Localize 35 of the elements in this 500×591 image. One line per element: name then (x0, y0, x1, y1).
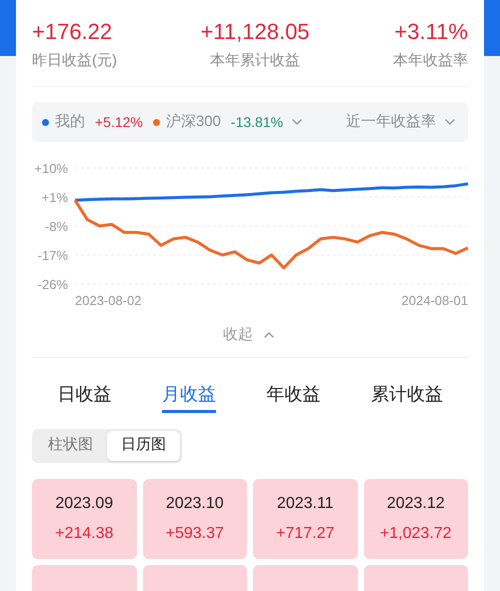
x-axis-label: 2023-08-02 (75, 293, 142, 308)
y-axis-label: +10% (34, 161, 68, 176)
month-tile[interactable]: 2023.12 +1,023.72 (364, 478, 468, 558)
y-axis-label: -26% (38, 277, 68, 292)
month-profit: +593.37 (166, 524, 224, 544)
month-profit: +214.38 (55, 524, 114, 544)
legend-name: 沪深300 (166, 112, 221, 132)
month-label: 2023.09 (55, 494, 114, 514)
tab[interactable]: 月收益 (162, 382, 216, 412)
month-label: 2023.11 (276, 494, 334, 514)
stat-label: 本年收益率 (393, 51, 468, 71)
y-axis-label: -17% (38, 248, 68, 263)
legend-name: 我的 (55, 112, 85, 132)
tab[interactable]: 累计收益 (370, 382, 443, 412)
month-tile[interactable]: 2023.09 +214.38 (32, 478, 136, 558)
month-label: 2023.12 (386, 494, 445, 514)
y-axis-label: +1% (42, 190, 68, 205)
month-tile[interactable]: 2023.10 +593.37 (142, 478, 247, 558)
month-profit: +717.27 (276, 524, 334, 544)
stat-label: 昨日收益(元) (32, 51, 117, 71)
month-tile[interactable]: 2023.11 +717.27 (253, 478, 358, 558)
stat-label: 本年累计收益 (210, 51, 300, 71)
x-axis-label: 2024-08-01 (402, 293, 468, 308)
tab[interactable]: 年收益 (266, 382, 320, 412)
view-toggle-option[interactable]: 日历图 (107, 430, 180, 460)
stat-value: +11,128.05 (200, 18, 310, 46)
y-axis-label: -8% (44, 219, 68, 234)
month-profit: +1,023.72 (380, 524, 452, 544)
view-toggle-option[interactable]: 柱状图 (34, 430, 107, 460)
month-label: 2023.10 (166, 494, 224, 514)
stat-value: +176.22 (32, 18, 112, 46)
legend-value: +5.12% (95, 112, 143, 132)
legend-value: -13.81% (230, 112, 284, 132)
stat-value: +3.11% (394, 18, 468, 46)
tab[interactable]: 日收益 (57, 382, 112, 412)
